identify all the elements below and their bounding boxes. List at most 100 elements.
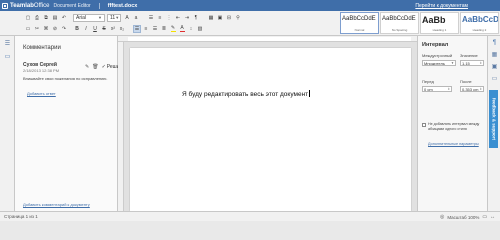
feedback-support-tab[interactable]: feedback & support bbox=[489, 90, 498, 148]
font-size-select[interactable]: 11 ▼ bbox=[107, 13, 121, 22]
font-color-button[interactable]: A bbox=[178, 25, 186, 33]
spinner-icon: ⇕ bbox=[479, 61, 482, 65]
fit-width-icon[interactable]: ↔ bbox=[490, 214, 495, 220]
add-reply-link[interactable]: Добавить ответ bbox=[27, 91, 56, 96]
logo-team: Teamlab bbox=[10, 2, 34, 9]
italic-button[interactable]: I bbox=[82, 25, 90, 33]
line-spacing-select[interactable]: Множитель ▼ bbox=[422, 60, 456, 66]
bullet-list-icon[interactable]: ☰ bbox=[147, 14, 155, 22]
font-name-value: Arial bbox=[76, 14, 87, 21]
chevron-down-icon: ▼ bbox=[115, 15, 120, 20]
header-footer-icon[interactable]: ▭ bbox=[491, 76, 498, 83]
add-comment-link[interactable]: Добавить комментарий к документу bbox=[23, 202, 90, 207]
style-name: Heading 2 bbox=[472, 28, 487, 32]
numbered-list-icon[interactable]: ≡ bbox=[156, 14, 164, 22]
comments-icon[interactable]: ▭ bbox=[4, 54, 11, 61]
font-color-swatch bbox=[179, 31, 185, 32]
pilcrow-icon[interactable]: ¶ bbox=[192, 14, 200, 22]
undo-icon[interactable]: ↶ bbox=[60, 14, 68, 22]
shading-icon[interactable]: ▧ bbox=[196, 25, 204, 33]
strikethrough-button[interactable]: S bbox=[100, 25, 108, 33]
image-settings-icon[interactable]: ▣ bbox=[491, 64, 498, 71]
menu-icon[interactable]: ☰ bbox=[4, 41, 11, 48]
cut-icon[interactable]: ✂ bbox=[33, 25, 41, 33]
new-document-icon[interactable]: ▢ bbox=[24, 14, 32, 22]
format-painter-icon[interactable]: ⌘ bbox=[42, 25, 50, 33]
zoom-label[interactable]: Масштаб 100% bbox=[447, 215, 479, 220]
print-icon[interactable]: ⎙ bbox=[33, 14, 41, 22]
comments-panel: Комментарии Сухов Сергей 2/18/2013 12:38… bbox=[15, 36, 124, 211]
align-justify-button[interactable]: ≣ bbox=[160, 25, 168, 33]
toolbar: ▢ ⎙ ⧉ ▤ ↶ Arial ▼ 11 ▼ A a ☰ ≡ ⋮ ⇤ ⇥ ¶ ▦ ▣… bbox=[0, 11, 500, 36]
align-left-button[interactable]: ☰ bbox=[133, 24, 141, 33]
document-title: ffftest.docx bbox=[107, 2, 138, 9]
spacing-title: Интервал bbox=[422, 42, 449, 48]
redo-icon[interactable]: ↷ bbox=[60, 25, 68, 33]
app-logo: Teamlab Office bbox=[2, 2, 50, 9]
chevron-down-icon: ▼ bbox=[98, 15, 102, 20]
document-page[interactable]: Я буду редактировать весь этот документ bbox=[130, 48, 411, 211]
ruler-paper-area bbox=[128, 37, 411, 41]
paragraph-settings-panel: Интервал Междустрочный Значение Множител… bbox=[417, 36, 487, 211]
save-icon[interactable]: ▭ bbox=[24, 25, 32, 33]
underline-button[interactable]: U bbox=[91, 25, 99, 33]
fit-page-icon[interactable]: ▭ bbox=[482, 214, 487, 220]
line-value: 1.15 bbox=[462, 60, 470, 66]
comments-title: Комментарии bbox=[23, 45, 61, 51]
feedback-label: feedback & support bbox=[491, 97, 496, 141]
style-heading-2[interactable]: AaBbCcD Heading 2 bbox=[460, 12, 499, 34]
logo-icon bbox=[2, 2, 8, 9]
style-heading-1[interactable]: AaBb Heading 1 bbox=[420, 12, 459, 34]
multilevel-list-icon[interactable]: ⋮ bbox=[165, 14, 173, 22]
left-sidebar: ☰ ▭ bbox=[0, 36, 15, 211]
decrease-font-icon[interactable]: a bbox=[132, 14, 140, 22]
delete-icon[interactable]: 🗑 bbox=[92, 64, 98, 70]
after-value: 0.353 cm bbox=[462, 86, 479, 92]
increase-font-icon[interactable]: A bbox=[123, 14, 131, 22]
align-center-button[interactable]: ≡ bbox=[142, 25, 150, 33]
superscript-icon[interactable]: x² bbox=[109, 25, 117, 33]
font-name-select[interactable]: Arial ▼ bbox=[73, 13, 105, 22]
align-right-button[interactable]: ☰ bbox=[151, 25, 159, 33]
clear-format-icon[interactable]: ⊘ bbox=[51, 25, 59, 33]
no-spacing-same-style-checkbox[interactable] bbox=[422, 123, 426, 127]
table-settings-icon[interactable]: ▦ bbox=[491, 52, 498, 59]
style-no-spacing[interactable]: AaBbCcDdE No Spacing bbox=[380, 12, 419, 34]
document-canvas[interactable]: Я буду редактировать весь этот документ bbox=[124, 42, 417, 211]
copy-icon[interactable]: ⧉ bbox=[42, 14, 50, 22]
style-sample: AaBbCcD bbox=[462, 15, 499, 24]
advanced-settings-link[interactable]: Дополнительные параметры bbox=[428, 142, 479, 146]
increase-indent-icon[interactable]: ⇥ bbox=[183, 14, 191, 22]
chevron-down-icon: ▼ bbox=[451, 61, 454, 65]
table-icon[interactable]: ▦ bbox=[207, 14, 215, 22]
spacing-before-spinner[interactable]: 0 cm ⇕ bbox=[422, 86, 452, 92]
highlight-color-button[interactable]: ✎ bbox=[169, 25, 177, 33]
paste-icon[interactable]: ▤ bbox=[51, 14, 59, 22]
toolbar-row-bottom: ▭ ✂ ⌘ ⊘ ↷ B I U S x² x₂ ☰ ≡ ☰ ≣ ✎ A ↕ ▧ bbox=[24, 24, 205, 33]
page-break-icon[interactable]: ⊟ bbox=[225, 14, 233, 22]
logo-office: Office bbox=[33, 2, 50, 9]
style-normal[interactable]: AaBbCcDdE Normal bbox=[340, 12, 379, 34]
no-spacing-checkbox-label: Не добавлять интервал между абзацами одн… bbox=[428, 122, 480, 131]
go-to-documents-link[interactable]: Перейти к документам bbox=[415, 3, 468, 9]
spacing-after-spinner[interactable]: 0.353 cm ⇕ bbox=[460, 86, 484, 92]
hyperlink-icon[interactable]: ⚲ bbox=[234, 14, 242, 22]
document-paragraph[interactable]: Я буду редактировать весь этот документ bbox=[182, 90, 311, 98]
decrease-indent-icon[interactable]: ⇤ bbox=[174, 14, 182, 22]
before-value: 0 cm bbox=[424, 86, 433, 92]
subscript-icon[interactable]: x₂ bbox=[118, 25, 126, 33]
comment-text: Впишвайте свои пожелания по исправлению. bbox=[23, 76, 108, 81]
comment-date: 2/18/2013 12:38 PM bbox=[23, 68, 60, 73]
before-label: Перед bbox=[422, 79, 434, 84]
style-name: Normal bbox=[354, 28, 365, 32]
app-name: Document Editor bbox=[53, 2, 91, 9]
image-icon[interactable]: ▣ bbox=[216, 14, 224, 22]
language-icon[interactable]: ◎ bbox=[440, 214, 444, 220]
line-spacing-label: Междустрочный bbox=[422, 53, 453, 58]
edit-icon[interactable]: ✎ bbox=[85, 64, 89, 70]
bold-button[interactable]: B bbox=[73, 25, 81, 33]
paragraph-settings-icon[interactable]: ¶ bbox=[491, 40, 498, 47]
check-icon: ✓ bbox=[101, 64, 106, 70]
line-spacing-icon[interactable]: ↕ bbox=[187, 25, 195, 33]
line-value-spinner[interactable]: 1.15 ⇕ bbox=[460, 60, 484, 66]
